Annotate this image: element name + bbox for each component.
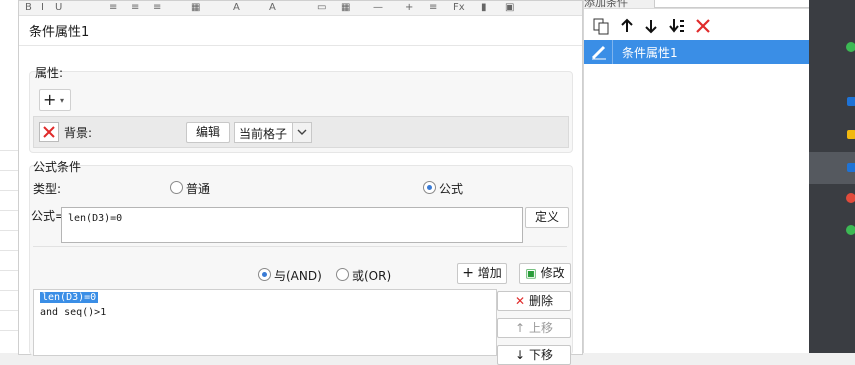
chevron-down-icon (292, 123, 311, 142)
logic-or-radio[interactable] (336, 268, 349, 281)
close-icon (43, 126, 55, 138)
type-normal-label[interactable]: 普通 (186, 180, 210, 197)
panel-header-text: 添加条件 (584, 0, 628, 9)
panel-toolbar (584, 14, 810, 38)
properties-label: 属性: (35, 66, 64, 80)
scope-dropdown[interactable]: 当前格子 (234, 122, 312, 143)
define-button[interactable]: 定义 (525, 207, 569, 228)
divider (33, 246, 567, 247)
pencil-icon (591, 45, 606, 60)
condition-text: len(D3)=0 (40, 292, 99, 303)
conditions-list[interactable]: len(D3)=0 and seq()>1 (33, 289, 497, 356)
logic-and-radio[interactable] (258, 268, 271, 281)
modify-icon: ▣ (525, 266, 537, 280)
delete-icon[interactable] (694, 17, 712, 35)
app-icon[interactable] (846, 42, 855, 52)
arrow-up-icon[interactable] (618, 17, 636, 35)
app-icon[interactable] (847, 97, 855, 106)
background-toolbar-strip: BI U ≡ ≡ ≡ ▦ A A ▭ ▦ — + ≡ Fx ▮ ▣ (19, 1, 582, 16)
condition-attribute-dialog: BI U ≡ ≡ ≡ ▦ A A ▭ ▦ — + ≡ Fx ▮ ▣ 条件属性1 属性: + ▾… (18, 0, 583, 365)
app-icon[interactable] (846, 225, 855, 235)
type-formula-label[interactable]: 公式 (439, 180, 463, 197)
type-normal-radio[interactable] (170, 181, 183, 194)
edit-button[interactable]: 编辑 (186, 122, 230, 143)
background-label: 背景: (64, 126, 93, 140)
app-icon[interactable] (847, 130, 855, 139)
add-condition-button[interactable]: + 增加 (457, 263, 507, 284)
plus-icon: + (462, 265, 474, 281)
condition-text: and seq()>1 (40, 307, 107, 318)
plus-icon: + (43, 90, 57, 109)
formula-label: 公式= (31, 209, 66, 223)
panel-header-field[interactable] (654, 0, 810, 8)
move-up-button[interactable]: ↑ 上移 (497, 318, 571, 338)
panel-header: 添加条件 (584, 0, 810, 9)
type-formula-radio[interactable] (423, 181, 436, 194)
close-icon: ✕ (515, 294, 526, 308)
logic-and-label[interactable]: 与(AND) (274, 267, 322, 284)
add-property-button[interactable]: + ▾ (39, 89, 71, 111)
list-item[interactable]: and seq()>1 (40, 307, 106, 318)
move-bottom-icon[interactable] (668, 17, 686, 35)
list-item-selected[interactable]: 条件属性1 (584, 40, 810, 64)
scope-value: 当前格子 (239, 127, 288, 141)
arrow-up-icon: ↑ (515, 321, 526, 335)
add-condition-label: 增加 (477, 266, 502, 280)
background-sheet-strip (0, 0, 19, 353)
move-down-button[interactable]: ↓ 下移 (497, 345, 571, 365)
background-property-row: 背景: 编辑 当前格子 (33, 116, 569, 148)
formula-input[interactable]: len(D3)=0 (61, 207, 523, 243)
app-icon[interactable] (847, 163, 855, 172)
chevron-down-icon: ▾ (60, 96, 65, 105)
arrow-down-icon: ↓ (515, 348, 526, 362)
condition-list-panel: 添加条件 条件属性1 (583, 0, 810, 353)
modify-condition-button[interactable]: ▣ 修改 (519, 263, 571, 284)
dialog-title: 条件属性1 (29, 25, 90, 40)
copy-icon[interactable] (592, 17, 610, 35)
move-down-label: 下移 (528, 348, 553, 362)
remove-property-button[interactable] (39, 122, 59, 142)
arrow-down-icon[interactable] (642, 17, 660, 35)
logic-or-label[interactable]: 或(OR) (352, 267, 391, 284)
type-label: 类型: (33, 182, 62, 196)
delete-condition-button[interactable]: ✕ 删除 (497, 291, 571, 311)
divider (19, 45, 582, 46)
app-icon[interactable] (846, 193, 855, 203)
list-item[interactable]: len(D3)=0 (40, 292, 99, 303)
modify-condition-label: 修改 (540, 266, 565, 280)
move-up-label: 上移 (528, 321, 553, 335)
taskbar (809, 0, 855, 353)
formula-value: len(D3)=0 (68, 213, 123, 224)
delete-label: 删除 (528, 294, 553, 308)
list-item-label: 条件属性1 (622, 46, 678, 60)
formula-condition-label: 公式条件 (33, 160, 82, 174)
